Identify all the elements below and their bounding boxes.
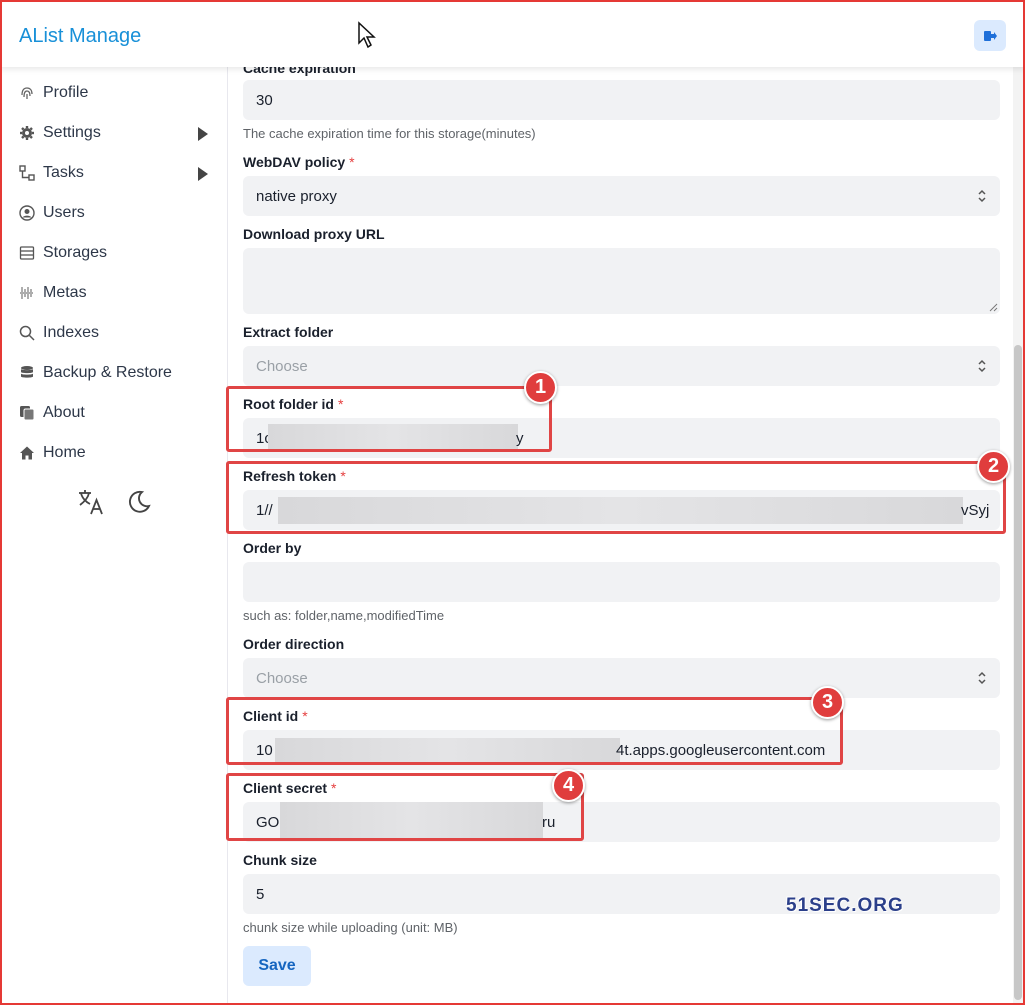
chunk-size-help: chunk size while uploading (unit: MB) [243, 920, 458, 935]
gear-icon [18, 124, 36, 142]
sidebar-item-backup-restore[interactable]: Backup & Restore [18, 355, 218, 391]
order-direction-label: Order direction [243, 636, 345, 652]
select-arrows-icon [978, 359, 986, 373]
annotation-badge-2: 2 [977, 450, 1010, 483]
sidebar-item-profile[interactable]: Profile [18, 75, 218, 111]
sidebar-item-label: Storages [43, 244, 108, 261]
sidebar: Profile Settings Tasks Users Storages Me… [0, 67, 228, 1005]
download-proxy-url-label: Download proxy URL [243, 226, 385, 242]
sidebar-item-label: Users [43, 204, 85, 221]
expand-arrow-icon[interactable] [198, 167, 208, 181]
sidebar-item-label: Indexes [43, 324, 100, 341]
search-icon [18, 324, 36, 342]
annotation-badge-1: 1 [524, 371, 557, 404]
annotation-box-1 [226, 386, 552, 452]
sidebar-item-metas[interactable]: Metas [18, 275, 218, 311]
sidebar-item-tasks[interactable]: Tasks [18, 155, 218, 191]
order-direction-select[interactable]: Choose [243, 658, 1000, 698]
sidebar-item-users[interactable]: Users [18, 195, 218, 231]
mouse-cursor-icon [357, 21, 377, 54]
database-icon [18, 364, 36, 382]
metas-icon [18, 284, 36, 302]
expand-arrow-icon[interactable] [198, 127, 208, 141]
annotation-badge-4: 4 [552, 769, 585, 802]
chunk-size-label: Chunk size [243, 852, 317, 868]
annotation-badge-3: 3 [811, 686, 844, 719]
order-by-label: Order by [243, 540, 302, 556]
sidebar-item-label: About [43, 404, 85, 421]
cache-expiration-help: The cache expiration time for this stora… [243, 126, 536, 141]
sidebar-item-label: Tasks [43, 164, 84, 181]
home-icon [18, 444, 36, 462]
sidebar-item-home[interactable]: Home [18, 435, 218, 471]
select-arrows-icon [978, 189, 986, 203]
dark-mode-toggle[interactable] [124, 487, 154, 517]
sidebar-item-label: Backup & Restore [43, 364, 172, 381]
sidebar-item-storages[interactable]: Storages [18, 235, 218, 271]
annotation-box-4 [226, 773, 584, 841]
sidebar-item-about[interactable]: About [18, 395, 218, 431]
download-proxy-url-textarea[interactable] [243, 248, 1000, 314]
moon-icon [128, 490, 151, 513]
logout-icon [984, 30, 997, 41]
watermark: 51SEC.ORG [786, 895, 904, 916]
sidebar-item-label: Profile [43, 84, 89, 101]
top-header: AList Manage [0, 0, 1025, 67]
annotation-box-2 [226, 461, 1006, 534]
save-button[interactable]: Save [243, 946, 311, 986]
storage-icon [18, 244, 36, 262]
sidebar-item-label: Metas [43, 284, 87, 301]
copy-icon [18, 404, 36, 422]
translate-icon [79, 490, 103, 515]
sidebar-item-indexes[interactable]: Indexes [18, 315, 218, 351]
select-arrows-icon [978, 671, 986, 685]
sidebar-item-settings[interactable]: Settings [18, 115, 218, 151]
scrollbar-thumb[interactable] [1014, 345, 1022, 1000]
extract-folder-select[interactable]: Choose [243, 346, 1000, 386]
app-title[interactable]: AList Manage [19, 25, 141, 48]
extract-folder-label: Extract folder [243, 324, 334, 340]
translate-button[interactable] [76, 487, 106, 517]
annotation-box-3 [226, 697, 843, 765]
tasks-icon [18, 164, 36, 182]
webdav-policy-label: WebDAV policy * [243, 154, 355, 170]
resize-handle-icon[interactable] [988, 302, 998, 312]
order-by-input[interactable] [243, 562, 1000, 602]
fingerprint-icon [18, 84, 36, 102]
cache-expiration-input[interactable]: 30 [243, 80, 1000, 120]
order-by-help: such as: folder,name,modifiedTime [243, 608, 445, 623]
sidebar-item-label: Home [43, 444, 86, 461]
webdav-policy-select[interactable]: native proxy [243, 176, 1000, 216]
sidebar-item-label: Settings [43, 124, 101, 141]
user-circle-icon [18, 204, 36, 222]
logout-button[interactable] [974, 20, 1006, 51]
